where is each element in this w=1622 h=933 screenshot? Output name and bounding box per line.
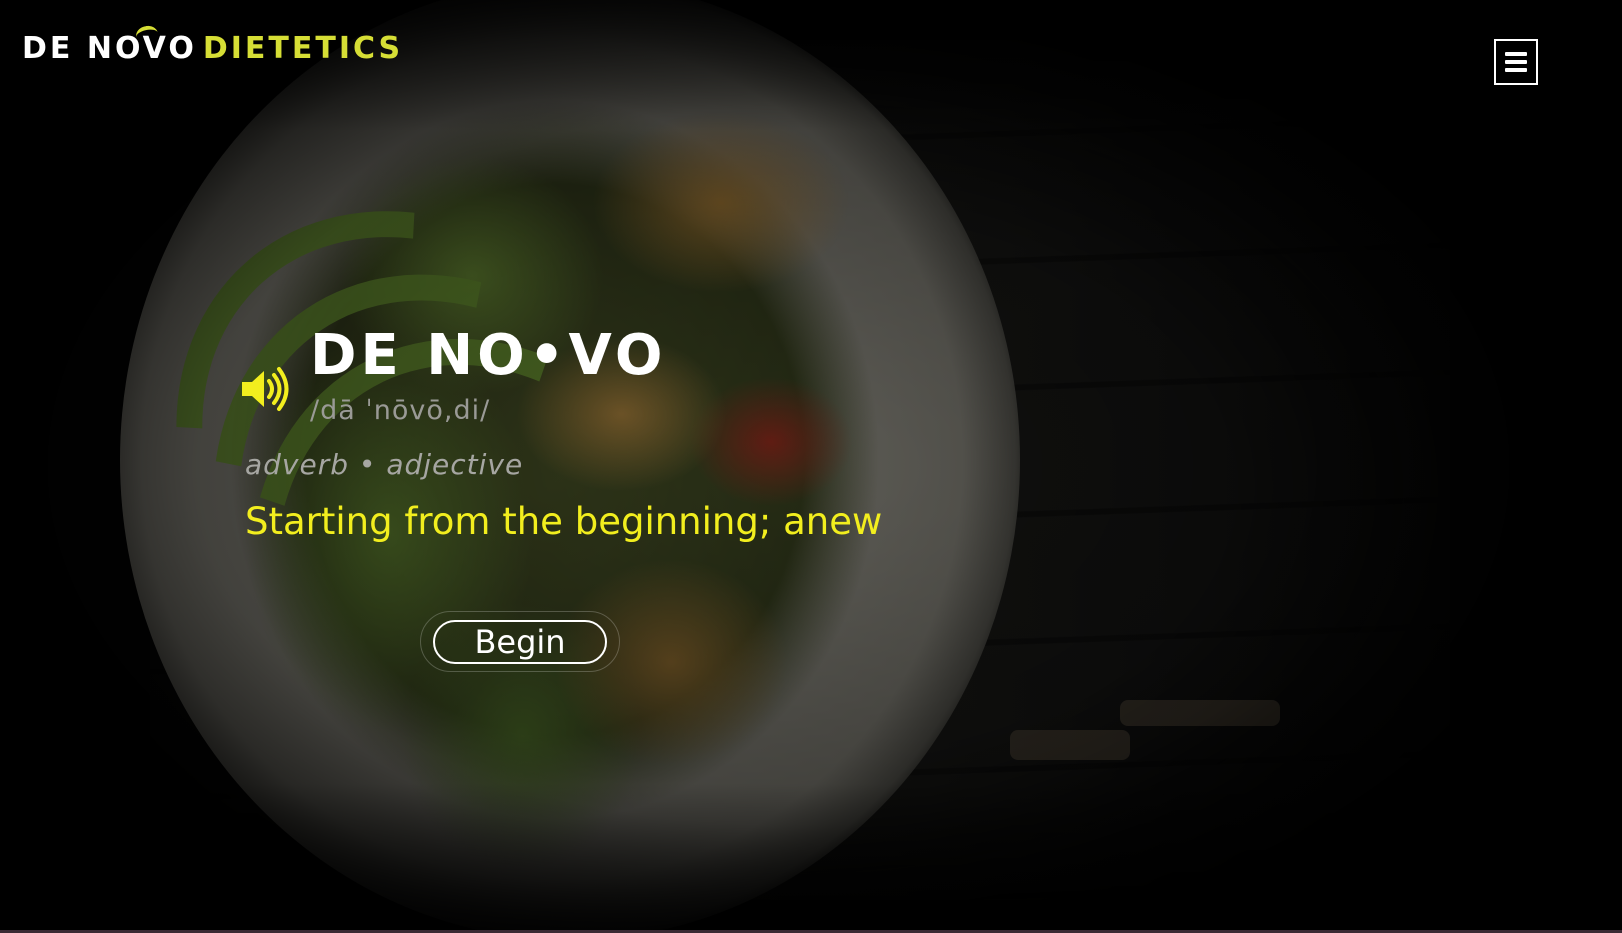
pronunciation: /dā ˈnōvō,di/ — [310, 395, 491, 426]
hero-background — [0, 0, 1622, 933]
hero-overlay — [0, 0, 1622, 933]
part-of-speech: adverb • adjective — [245, 448, 524, 481]
begin-button[interactable]: Begin — [433, 619, 607, 664]
logo-name: DE NOVO — [22, 31, 197, 66]
hamburger-icon — [1505, 68, 1527, 72]
begin-button-halo: Begin — [420, 611, 620, 672]
hamburger-icon — [1505, 60, 1527, 64]
site-logo[interactable]: DE NOVO DIETETICS — [22, 23, 404, 66]
logo-suffix: DIETETICS — [202, 31, 404, 66]
definition-meaning: Starting from the beginning; anew — [245, 500, 883, 543]
hamburger-icon — [1505, 52, 1527, 56]
menu-button[interactable] — [1494, 39, 1538, 85]
dictionary-word: DE NO•VO — [310, 323, 667, 388]
speaker-volume-icon[interactable] — [240, 366, 290, 412]
